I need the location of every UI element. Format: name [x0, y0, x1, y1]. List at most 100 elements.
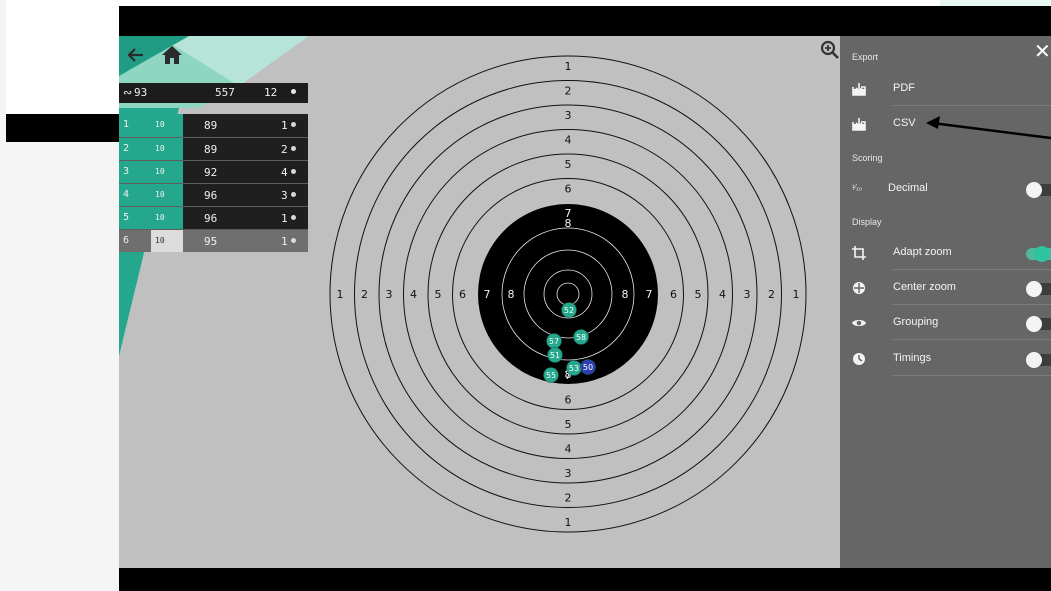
series-tens: 1 [281, 235, 288, 248]
grouping-row[interactable]: Grouping [840, 306, 1051, 340]
target-ring-label: 8 [565, 217, 572, 230]
crop-icon [852, 246, 866, 260]
series-count: 10 [151, 161, 183, 183]
download-icon [852, 118, 866, 131]
shot-marker[interactable]: 50 [580, 359, 596, 375]
adapt-zoom-row[interactable]: Adapt zoom [840, 236, 1051, 270]
series-row[interactable]: 1 10 89 1 [119, 114, 308, 137]
shot-label: 53 [569, 364, 579, 373]
target-ring-label: 2 [565, 85, 572, 98]
target-ring-label: 2 [361, 288, 368, 301]
shot-marker[interactable]: 52 [561, 302, 577, 318]
zoom-in-icon[interactable] [820, 40, 840, 65]
decimal-scoring-row[interactable]: ¹⁄₁₀ Decimal [840, 172, 1051, 206]
series-row[interactable]: 5 10 96 1 [119, 206, 308, 229]
app-content: ∾ 93 557 12 1 10 89 1 2 10 89 2 3 10 92 … [119, 36, 1051, 568]
divider [893, 105, 1051, 106]
eye-icon [852, 320, 866, 326]
shot-marker[interactable]: 53 [566, 360, 582, 376]
target-ring-label: 1 [337, 288, 344, 301]
target-ring-label: 4 [410, 288, 417, 301]
target-ring-label: 5 [565, 418, 572, 431]
center-zoom-label: Center zoom [893, 281, 956, 293]
inner-ten-dot-icon [291, 89, 296, 94]
target-ring-label: 5 [565, 158, 572, 171]
screenshot-page: ∾ 93 557 12 1 10 89 1 2 10 89 2 3 10 92 … [0, 0, 1051, 591]
shot-label: 51 [550, 351, 560, 360]
target-ring-label: 6 [565, 394, 572, 407]
export-csv-label: CSV [893, 117, 916, 129]
home-icon[interactable] [161, 45, 183, 65]
divider [893, 375, 1051, 376]
section-scoring-title: Scoring [852, 153, 883, 163]
target-ring-label: 2 [768, 288, 775, 301]
close-icon[interactable]: ✕ [1034, 42, 1051, 62]
series-tens: 1 [281, 212, 288, 225]
shot-marker[interactable]: 58 [573, 329, 589, 345]
timings-toggle[interactable] [1026, 352, 1051, 368]
series-score: 96 [204, 212, 218, 225]
series-row[interactable]: 4 10 96 3 [119, 183, 308, 206]
divider [893, 269, 1051, 270]
timer-icon [853, 353, 865, 365]
series-row-selected[interactable]: 6 10 95 1 [119, 229, 308, 252]
summary-shots: 93 [134, 86, 148, 99]
shooting-target[interactable]: 111 1222 2333 3444 4555 5666 6777 7888 8 5258575… [328, 54, 808, 534]
shot-marker[interactable]: 55 [543, 367, 559, 383]
target-ring-label: 6 [459, 288, 466, 301]
target-ring-label: 7 [646, 288, 653, 301]
adapt-zoom-toggle[interactable] [1026, 246, 1051, 262]
summary-total: 557 [215, 86, 235, 99]
target-black-zone [478, 204, 658, 384]
series-points: 92 4 [183, 161, 308, 183]
target-ring-label: 8 [508, 288, 515, 301]
series-tens: 2 [281, 143, 288, 156]
series-points: 95 1 [183, 230, 308, 252]
series-index: 2 [119, 138, 151, 160]
shot-marker[interactable]: 51 [547, 347, 563, 363]
shot-label: 50 [583, 363, 593, 372]
arrow-left-icon[interactable] [127, 46, 145, 64]
export-pdf-button[interactable]: PDF [840, 72, 1051, 106]
options-panel: Export ✕ PDF CSV Scoring ¹⁄₁₀ Decimal Di… [840, 36, 1051, 568]
inner-ten-dot-icon [291, 238, 296, 243]
section-display-title: Display [852, 217, 882, 227]
series-score: 95 [204, 235, 218, 248]
series-tens: 4 [281, 166, 288, 179]
series-index: 5 [119, 207, 151, 229]
export-csv-button[interactable]: CSV [840, 107, 1051, 141]
target-ring-label: 6 [565, 183, 572, 196]
series-count: 10 [151, 138, 183, 160]
series-row[interactable]: 3 10 92 4 [119, 160, 308, 183]
series-index: 4 [119, 184, 151, 206]
target-ring-label: 4 [719, 288, 726, 301]
target-ring-label: 5 [435, 288, 442, 301]
series-points: 96 1 [183, 207, 308, 229]
series-tens: 1 [281, 119, 288, 132]
target-ring-label: 4 [565, 443, 572, 456]
series-points: 89 1 [183, 114, 308, 137]
inner-ten-dot-icon [291, 192, 296, 197]
export-pdf-label: PDF [893, 82, 915, 94]
target-ring-label: 1 [565, 516, 572, 529]
app-window: ∾ 93 557 12 1 10 89 1 2 10 89 2 3 10 92 … [119, 6, 1051, 591]
decimal-toggle[interactable] [1026, 182, 1051, 198]
shot-marker[interactable]: 57 [546, 333, 562, 349]
series-points: 89 2 [183, 138, 308, 160]
series-count: 10 [151, 207, 183, 229]
series-index: 3 [119, 161, 151, 183]
target-ring-label: 6 [670, 288, 677, 301]
timings-row[interactable]: Timings [840, 342, 1051, 376]
series-count: 10 [151, 230, 183, 252]
download-icon [852, 83, 866, 96]
series-row[interactable]: 2 10 89 2 [119, 137, 308, 160]
target-ring-label: 2 [565, 492, 572, 505]
target-ring-label: 4 [565, 134, 572, 147]
center-zoom-row[interactable]: Center zoom [840, 271, 1051, 305]
center-zoom-toggle[interactable] [1026, 281, 1051, 297]
series-points: 96 3 [183, 184, 308, 206]
grouping-toggle[interactable] [1026, 316, 1051, 332]
series-score: 92 [204, 166, 218, 179]
shot-label: 57 [549, 337, 559, 346]
series-score: 89 [204, 119, 218, 132]
